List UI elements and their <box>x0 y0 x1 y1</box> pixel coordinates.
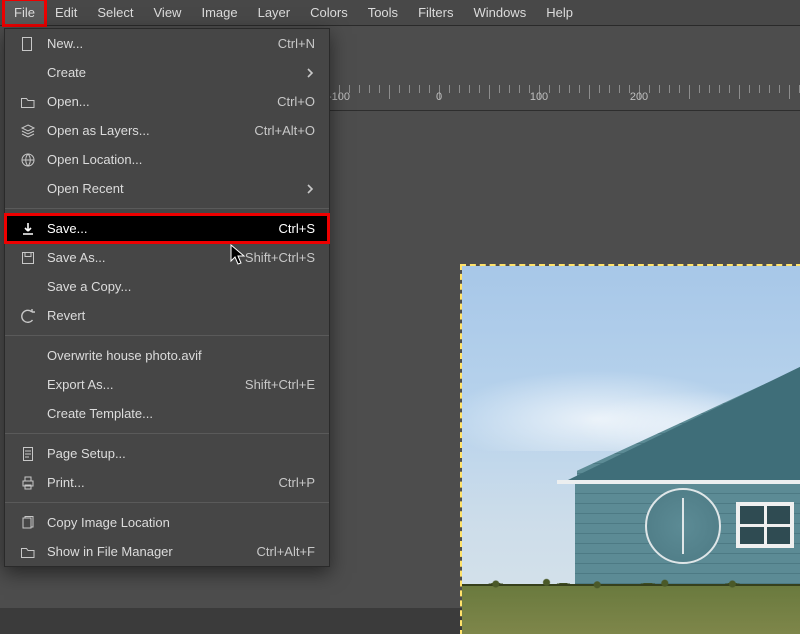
house-illustration <box>575 362 800 592</box>
menu-item-open-location[interactable]: Open Location... <box>5 145 329 174</box>
menu-title-colors[interactable]: Colors <box>300 0 358 25</box>
menu-item-create-template[interactable]: Create Template... <box>5 399 329 428</box>
menu-title-filters[interactable]: Filters <box>408 0 463 25</box>
menu-item-label: Copy Image Location <box>47 515 315 530</box>
menu-item-label: Print... <box>47 475 267 490</box>
menu-item-label: Open... <box>47 94 265 109</box>
new-icon <box>19 35 37 53</box>
house-window <box>736 502 794 548</box>
save-icon <box>19 220 37 238</box>
menu-item-label: Save... <box>47 221 267 236</box>
menu-item-export-as[interactable]: Export As... Shift+Ctrl+E <box>5 370 329 399</box>
menu-bar: File Edit Select View Image Layer Colors… <box>0 0 800 26</box>
menu-item-save-copy[interactable]: Save a Copy... <box>5 272 329 301</box>
menu-item-shortcut: Shift+Ctrl+S <box>233 250 315 265</box>
menu-item-label: Revert <box>47 308 315 323</box>
menu-item-open-as-layers[interactable]: Open as Layers... Ctrl+Alt+O <box>5 116 329 145</box>
file-menu-dropdown: New... Ctrl+N Create Open... Ctrl+O Open… <box>4 28 330 567</box>
menu-title-edit[interactable]: Edit <box>45 0 87 25</box>
menu-item-label: New... <box>47 36 266 51</box>
menu-separator <box>5 335 329 336</box>
menu-item-shortcut: Ctrl+Alt+F <box>244 544 315 559</box>
menu-item-shortcut: Shift+Ctrl+E <box>233 377 315 392</box>
chevron-right-icon <box>305 68 315 78</box>
menu-title-tools[interactable]: Tools <box>358 0 408 25</box>
page-setup-icon <box>19 445 37 463</box>
ruler-horizontal: -100 0 100 200 <box>330 85 800 111</box>
ruler-ticks: -100 0 100 200 <box>330 85 800 110</box>
menu-title-view[interactable]: View <box>144 0 192 25</box>
menu-item-copy-image-location[interactable]: Copy Image Location <box>5 508 329 537</box>
menu-separator <box>5 502 329 503</box>
ruler-label: 100 <box>530 91 548 103</box>
menu-item-page-setup[interactable]: Page Setup... <box>5 439 329 468</box>
menu-item-shortcut: Ctrl+N <box>266 36 315 51</box>
menu-item-overwrite[interactable]: Overwrite house photo.avif <box>5 341 329 370</box>
menu-item-label: Show in File Manager <box>47 544 244 559</box>
menu-title-windows[interactable]: Windows <box>463 0 536 25</box>
menu-title-help[interactable]: Help <box>536 0 583 25</box>
menu-item-open[interactable]: Open... Ctrl+O <box>5 87 329 116</box>
menu-separator <box>5 433 329 434</box>
menu-item-label: Save As... <box>47 250 233 265</box>
menu-item-shortcut: Ctrl+P <box>267 475 315 490</box>
grass <box>462 584 800 634</box>
ruler-label: -100 <box>330 91 350 103</box>
layers-icon <box>19 122 37 140</box>
menu-item-label: Open Recent <box>47 181 305 196</box>
ruler-label: 200 <box>630 91 648 103</box>
menu-title-image[interactable]: Image <box>191 0 247 25</box>
menu-item-shortcut: Ctrl+Alt+O <box>242 123 315 138</box>
menu-item-open-recent[interactable]: Open Recent <box>5 174 329 203</box>
menu-item-print[interactable]: Print... Ctrl+P <box>5 468 329 497</box>
revert-icon <box>19 307 37 325</box>
menu-item-show-in-file-manager[interactable]: Show in File Manager Ctrl+Alt+F <box>5 537 329 566</box>
menu-item-label: Create <box>47 65 305 80</box>
menu-title-file[interactable]: File <box>4 0 45 25</box>
menu-item-label: Page Setup... <box>47 446 315 461</box>
image-canvas[interactable] <box>462 266 800 634</box>
menu-item-label: Export As... <box>47 377 233 392</box>
menu-separator <box>5 208 329 209</box>
menu-item-shortcut: Ctrl+S <box>267 221 315 236</box>
menu-title-layer[interactable]: Layer <box>248 0 301 25</box>
ruler-label: 0 <box>436 91 442 103</box>
menu-item-shortcut: Ctrl+O <box>265 94 315 109</box>
chevron-right-icon <box>305 184 315 194</box>
menu-item-create[interactable]: Create <box>5 58 329 87</box>
menu-item-save[interactable]: Save... Ctrl+S <box>5 214 329 243</box>
menu-item-new[interactable]: New... Ctrl+N <box>5 29 329 58</box>
menu-item-label: Create Template... <box>47 406 315 421</box>
menu-item-label: Open Location... <box>47 152 315 167</box>
menu-item-revert[interactable]: Revert <box>5 301 329 330</box>
globe-icon <box>19 151 37 169</box>
house-round-window <box>645 488 721 564</box>
menu-item-label: Overwrite house photo.avif <box>47 348 315 363</box>
copy-icon <box>19 514 37 532</box>
print-icon <box>19 474 37 492</box>
menu-item-label: Save a Copy... <box>47 279 315 294</box>
save-as-icon <box>19 249 37 267</box>
folder-icon <box>19 543 37 561</box>
menu-item-label: Open as Layers... <box>47 123 242 138</box>
open-icon <box>19 93 37 111</box>
menu-title-select[interactable]: Select <box>87 0 143 25</box>
menu-item-save-as[interactable]: Save As... Shift+Ctrl+S <box>5 243 329 272</box>
